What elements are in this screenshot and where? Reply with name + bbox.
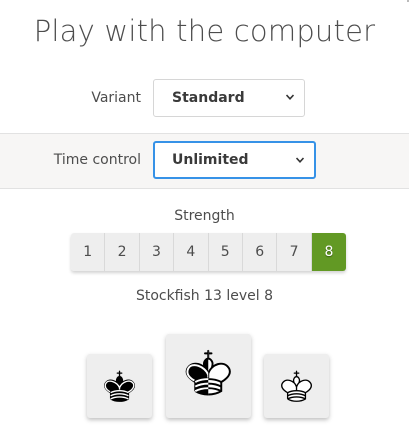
- chevron-down-icon: [296, 157, 304, 163]
- black-king-icon: [104, 370, 135, 402]
- strength-level-5[interactable]: 5: [208, 233, 243, 271]
- strength-level-2[interactable]: 2: [105, 233, 140, 271]
- chevron-down-icon: [286, 94, 294, 100]
- time-control-row: Time control Unlimited: [0, 133, 409, 189]
- play-random-color-button[interactable]: [166, 334, 251, 418]
- page-title: Play with the computer: [33, 14, 376, 48]
- split-king-icon: [185, 349, 231, 396]
- strength-label: Strength: [174, 208, 235, 224]
- variant-select-value: Standard: [172, 90, 245, 106]
- strength-level-4[interactable]: 4: [174, 233, 209, 271]
- engine-info: Stockfish 13 level 8: [135, 288, 274, 304]
- variant-select[interactable]: Standard: [153, 79, 305, 117]
- strength-level-8[interactable]: 8: [311, 233, 347, 271]
- strength-level-group: 1 2 3 4 5 6 7 8: [71, 233, 347, 271]
- strength-level-6[interactable]: 6: [242, 233, 278, 271]
- time-control-select-value: Unlimited: [172, 152, 249, 168]
- strength-level-7[interactable]: 7: [277, 233, 312, 271]
- variant-label: Variant: [91, 90, 141, 106]
- time-control-label: Time control: [53, 152, 141, 168]
- variant-row: Variant Standard: [0, 79, 409, 119]
- time-control-select[interactable]: Unlimited: [153, 141, 316, 179]
- white-king-icon: [281, 370, 312, 402]
- play-as-white-button[interactable]: [264, 354, 329, 418]
- strength-level-1[interactable]: 1: [71, 233, 106, 271]
- play-as-black-button[interactable]: [87, 354, 152, 418]
- strength-level-3[interactable]: 3: [139, 233, 175, 271]
